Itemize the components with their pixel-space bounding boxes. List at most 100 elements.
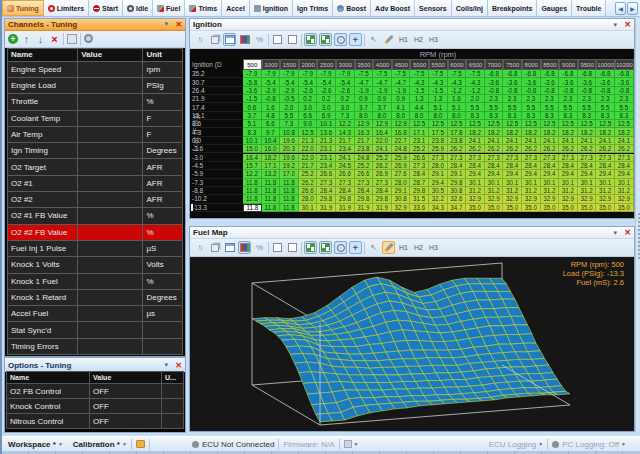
- ignition-cell[interactable]: 31.2: [596, 187, 615, 195]
- ignition-cell[interactable]: 19.2: [280, 162, 299, 170]
- ignition-cell[interactable]: 28.4: [317, 187, 336, 195]
- load-row-header[interactable]: 4.3: [191, 128, 243, 136]
- channel-row[interactable]: Throttle%: [7, 94, 183, 110]
- ignition-cell[interactable]: 32.9: [578, 195, 597, 203]
- ignition-cell[interactable]: 22.7: [392, 137, 411, 145]
- ignition-cell[interactable]: 2.3: [522, 95, 541, 103]
- ignition-cell[interactable]: 26.2: [596, 145, 615, 153]
- channel-row[interactable]: Engine Speedrpm: [7, 62, 183, 78]
- ignition-cell[interactable]: 2.3: [596, 95, 615, 103]
- ignition-cell[interactable]: 31.2: [466, 187, 485, 195]
- ignition-cell[interactable]: 0.2: [336, 95, 355, 103]
- ignition-cell[interactable]: 30.1: [541, 179, 560, 187]
- tab-coils-inj[interactable]: Coils/Inj: [452, 0, 488, 16]
- ignition-cell[interactable]: 12.2: [336, 120, 355, 128]
- tab-scroll-left-button[interactable]: ◀: [615, 2, 626, 15]
- ignition-cell[interactable]: 6.6: [299, 112, 318, 120]
- ignition-cell[interactable]: 31.2: [578, 187, 597, 195]
- ignition-cell[interactable]: 32.9: [392, 204, 411, 212]
- tab-breakpoints[interactable]: Breakpoints: [488, 0, 537, 16]
- ignition-cell[interactable]: 28.4: [522, 162, 541, 170]
- rpm-column-header[interactable]: 7500: [503, 59, 522, 70]
- ignition-cell[interactable]: 12.9: [355, 120, 374, 128]
- ignition-cell[interactable]: -2.6: [317, 87, 336, 95]
- tab-scroll-right-button[interactable]: ▶: [627, 2, 638, 15]
- load-row-header[interactable]: 17.4: [191, 103, 243, 111]
- ignition-cell[interactable]: -0.8: [615, 87, 634, 95]
- channel-row[interactable]: O2 #2 FB Value%: [7, 225, 183, 241]
- ignition-cell[interactable]: 26.6: [317, 170, 336, 178]
- ignition-cell[interactable]: 13.2: [262, 170, 281, 178]
- channel-row[interactable]: Accel Fuelµs: [7, 306, 183, 322]
- channel-row[interactable]: Knock 1 VoltsVolts: [7, 257, 183, 273]
- ignition-menu-icon[interactable]: ▼: [612, 22, 618, 28]
- ignition-cell[interactable]: -3.6: [596, 78, 615, 86]
- ignition-cell[interactable]: 17.1: [262, 162, 281, 170]
- ignition-cell[interactable]: 27.3: [541, 154, 560, 162]
- settings-gear-icon[interactable]: [84, 34, 93, 43]
- ignition-cell[interactable]: 16.8: [392, 128, 411, 136]
- move-down-icon[interactable]: ↓: [35, 33, 46, 44]
- ignition-cell[interactable]: 18.2: [522, 128, 541, 136]
- ignition-cell[interactable]: 5.1: [429, 103, 448, 111]
- channel-row[interactable]: Engine LoadPSIg: [7, 78, 183, 94]
- tab-idle[interactable]: Idle: [123, 0, 153, 16]
- ignition-cell[interactable]: 24.1: [336, 154, 355, 162]
- options-close-icon[interactable]: ✕: [175, 361, 182, 370]
- ignition-cell[interactable]: 8.0: [448, 112, 467, 120]
- ignition-cell[interactable]: -2.9: [262, 87, 281, 95]
- ignition-cell[interactable]: 21.7: [355, 137, 374, 145]
- ignition-cell[interactable]: -4.3: [410, 78, 429, 86]
- ignition-cell[interactable]: 24.8: [355, 154, 374, 162]
- ignition-cell[interactable]: 3.0: [317, 103, 336, 111]
- ignition-cell[interactable]: -7.9: [299, 70, 318, 78]
- ignition-cell[interactable]: 26.2: [522, 145, 541, 153]
- ignition-cell[interactable]: 1.3: [410, 95, 429, 103]
- ignition-cell[interactable]: 23.1: [410, 137, 429, 145]
- ignition-cell[interactable]: 28.4: [615, 162, 634, 170]
- ignition-cell[interactable]: 29.4: [429, 179, 448, 187]
- ignition-cell[interactable]: 15.7: [243, 162, 262, 170]
- ignition-cell[interactable]: 11.8: [262, 204, 281, 212]
- ignition-cell[interactable]: 30.1: [466, 179, 485, 187]
- ignition-cell[interactable]: -1.9: [392, 87, 411, 95]
- ignition-cell[interactable]: 8.3: [541, 112, 560, 120]
- ignition-cell[interactable]: 29.4: [559, 170, 578, 178]
- ignition-cell[interactable]: 12.5: [615, 120, 634, 128]
- load-row-header[interactable]: 0.0: [191, 137, 243, 145]
- ignition-cell[interactable]: 4.8: [262, 112, 281, 120]
- ignition-cell[interactable]: 24.1: [373, 145, 392, 153]
- chart-view-icon[interactable]: [238, 241, 251, 254]
- ignition-cell[interactable]: 16.0: [262, 145, 281, 153]
- ignition-cell[interactable]: 5.5: [503, 103, 522, 111]
- ignition-cell[interactable]: 5.5: [280, 112, 299, 120]
- tab-sensors[interactable]: Sensors: [415, 0, 452, 16]
- ignition-cell[interactable]: 10.8: [280, 128, 299, 136]
- ignition-cell[interactable]: 17.1: [410, 128, 429, 136]
- ignition-cell[interactable]: 5.1: [448, 103, 467, 111]
- ignition-cell[interactable]: -4.3: [466, 78, 485, 86]
- ignition-cell[interactable]: 32.9: [615, 195, 634, 203]
- ignition-cell[interactable]: 0.2: [317, 95, 336, 103]
- ignition-cell[interactable]: 29.1: [392, 187, 411, 195]
- ignition-cell[interactable]: 8.0: [373, 112, 392, 120]
- ignition-cell[interactable]: 3.0: [336, 103, 355, 111]
- ignition-cell[interactable]: 32.9: [466, 195, 485, 203]
- ignition-cell[interactable]: 27.3: [448, 154, 467, 162]
- ignition-cell[interactable]: 34.7: [448, 204, 467, 212]
- ignition-cell[interactable]: -0.8: [522, 87, 541, 95]
- ignition-cell[interactable]: 26.2: [373, 162, 392, 170]
- ignition-cell[interactable]: 31.9: [336, 204, 355, 212]
- ignition-cell[interactable]: -4.3: [429, 78, 448, 86]
- ignition-cell[interactable]: 24.5: [336, 162, 355, 170]
- rpm-column-header[interactable]: 500: [243, 59, 262, 70]
- tab-ign-trims[interactable]: Ign Trims: [293, 0, 333, 16]
- ignition-cell[interactable]: 25.2: [410, 145, 429, 153]
- ignition-cell[interactable]: -7.9: [280, 70, 299, 78]
- ignition-cell[interactable]: 8.0: [429, 112, 448, 120]
- ignition-cell[interactable]: 17.8: [448, 128, 467, 136]
- ignition-cell[interactable]: 18.2: [559, 128, 578, 136]
- ignition-cell[interactable]: 27.3: [317, 179, 336, 187]
- ignition-cell[interactable]: 30.1: [522, 179, 541, 187]
- ignition-cell[interactable]: -6.8: [485, 70, 504, 78]
